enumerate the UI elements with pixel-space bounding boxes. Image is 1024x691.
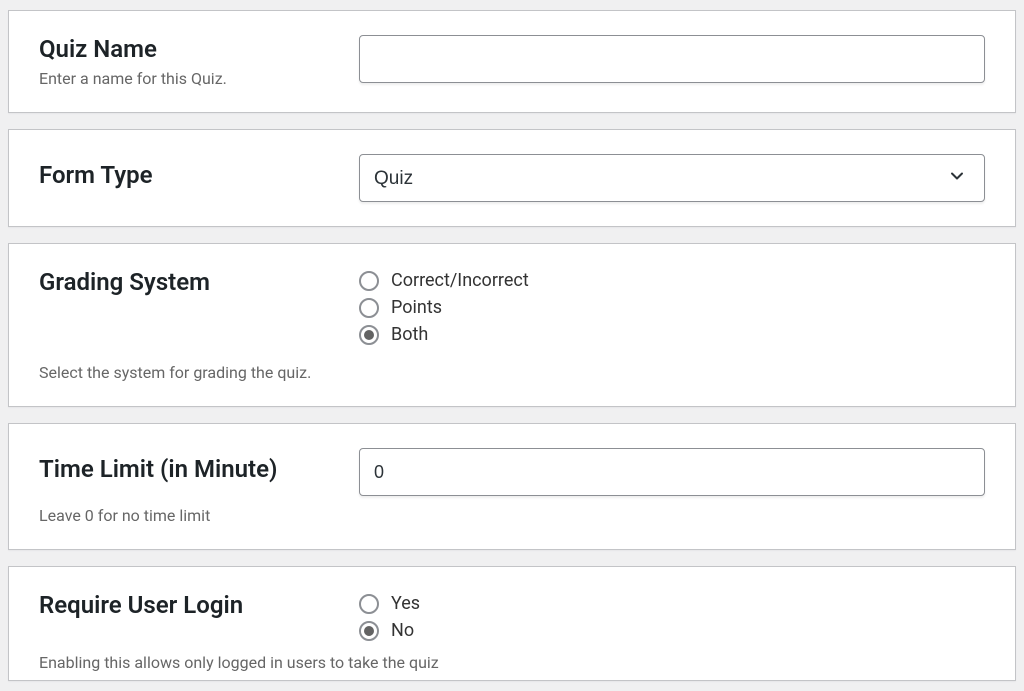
radio-label: Points	[391, 297, 442, 318]
form-type-label: Form Type	[39, 161, 339, 189]
panel-form-type: Form Type Quiz	[8, 129, 1016, 227]
grading-system-radio-group: Correct/Incorrect Points Both	[359, 268, 985, 345]
radio-icon	[359, 325, 379, 345]
radio-icon	[359, 594, 379, 614]
time-limit-input[interactable]	[359, 448, 985, 496]
radio-label: Correct/Incorrect	[391, 270, 529, 291]
radio-label: Both	[391, 324, 428, 345]
quiz-name-hint: Enter a name for this Quiz.	[39, 69, 339, 88]
quiz-name-input[interactable]	[359, 35, 985, 83]
grading-option-correct-incorrect[interactable]: Correct/Incorrect	[359, 270, 985, 291]
time-limit-hint: Leave 0 for no time limit	[39, 506, 985, 525]
panel-quiz-name: Quiz Name Enter a name for this Quiz.	[8, 10, 1016, 113]
quiz-name-label: Quiz Name	[39, 35, 339, 63]
grading-option-both[interactable]: Both	[359, 324, 985, 345]
radio-label: No	[391, 620, 414, 641]
grading-option-points[interactable]: Points	[359, 297, 985, 318]
form-type-select[interactable]: Quiz	[359, 154, 985, 202]
require-login-option-no[interactable]: No	[359, 620, 985, 641]
radio-icon	[359, 621, 379, 641]
radio-label: Yes	[391, 593, 420, 614]
grading-system-label: Grading System	[39, 268, 339, 296]
require-login-option-yes[interactable]: Yes	[359, 593, 985, 614]
require-login-hint: Enabling this allows only logged in user…	[39, 653, 985, 672]
require-login-label: Require User Login	[39, 591, 339, 619]
panel-time-limit: Time Limit (in Minute) Leave 0 for no ti…	[8, 423, 1016, 550]
grading-system-hint: Select the system for grading the quiz.	[39, 363, 985, 382]
radio-icon	[359, 298, 379, 318]
radio-icon	[359, 271, 379, 291]
time-limit-label: Time Limit (in Minute)	[39, 455, 339, 483]
require-login-radio-group: Yes No	[359, 591, 985, 641]
panel-grading-system: Grading System Correct/Incorrect Points …	[8, 243, 1016, 407]
panel-require-login: Require User Login Yes No Enabling this …	[8, 566, 1016, 681]
